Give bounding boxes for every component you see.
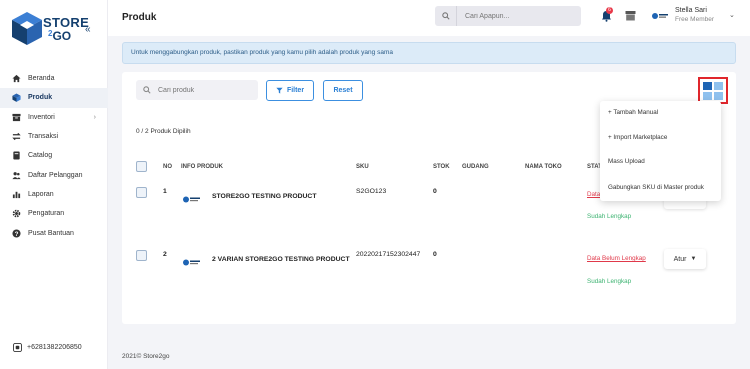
sidebar-item-beranda[interactable]: Beranda (0, 69, 108, 88)
sidebar-item-transaksi[interactable]: Transaksi (0, 127, 108, 146)
col-header-gudang: GUDANG (462, 164, 489, 170)
row-checkbox[interactable] (136, 187, 147, 198)
atur-button[interactable]: Atur ▼ (664, 249, 706, 269)
select-all-checkbox[interactable] (136, 161, 147, 172)
sidebar-item-label: Beranda (28, 75, 55, 83)
transaction-icon (12, 132, 21, 141)
search-icon (136, 86, 158, 94)
product-search-input[interactable] (158, 86, 253, 94)
grid-view-toggle[interactable] (698, 77, 728, 104)
status-complete: Sudah Lengkap (587, 213, 632, 220)
col-header-info: INFO PRODUK (181, 164, 223, 170)
product-stok: 0 (433, 188, 437, 195)
sidebar-item-inventori[interactable]: Inventori › (0, 108, 108, 127)
status-complete: Sudah Lengkap (587, 278, 632, 285)
sidebar-item-pengaturan[interactable]: Pengaturan (0, 204, 108, 223)
logo-text-bottom: 2GO (48, 29, 72, 43)
caret-down-icon: ▼ (690, 256, 697, 262)
page-title: Produk (122, 12, 157, 23)
col-header-toko: NAMA TOKO (525, 164, 562, 170)
filter-icon (276, 87, 283, 94)
home-icon (12, 74, 21, 83)
sidebar-item-label: Laporan (28, 190, 54, 198)
sidebar-item-label: Daftar Pelanggan (28, 171, 83, 179)
status-incomplete-link[interactable]: Data Belum Lengkap (587, 255, 646, 262)
phone-number: +6281382206850 (27, 344, 82, 351)
user-name[interactable]: Stella Sari (675, 7, 707, 14)
product-search[interactable] (136, 80, 258, 100)
product-name[interactable]: 2 VARIAN STORE2GO TESTING PRODUCT (212, 256, 350, 263)
sidebar-item-label: Inventori (28, 113, 55, 121)
row-checkbox[interactable] (136, 250, 147, 261)
sidebar-item-catalog[interactable]: Catalog (0, 146, 108, 165)
notification-badge: 6 (606, 7, 613, 14)
sidebar-item-label: Transaksi (28, 133, 59, 141)
product-stok: 0 (433, 251, 437, 258)
store2go-logo[interactable]: STORE 2GO (12, 12, 92, 46)
sidebar-item-pusat-bantuan[interactable]: ? Pusat Bantuan (0, 223, 108, 242)
svg-text:?: ? (15, 230, 19, 237)
sidebar-item-produk[interactable]: Produk (0, 88, 108, 108)
top-header: Produk 6 Stella Sari Free Member ⌄ (108, 0, 750, 36)
grid-cell-icon (714, 92, 723, 100)
catalog-icon (12, 151, 21, 160)
customers-icon (12, 171, 21, 180)
col-header-no: NO (163, 164, 172, 170)
sidebar: STORE 2GO « Beranda Produk Inventori › T… (0, 0, 108, 369)
avatar[interactable] (652, 12, 668, 20)
sidebar-item-label: Pusat Bantuan (28, 229, 74, 237)
logo-cube-icon (12, 12, 42, 45)
footer-brand: Store2go (143, 353, 170, 360)
report-icon (12, 190, 21, 199)
user-role: Free Member (675, 16, 715, 23)
menu-item-import-marketplace[interactable]: + Import Marketplace (608, 134, 667, 141)
product-sku: 20220217152302447 (356, 251, 421, 258)
global-search[interactable] (435, 6, 581, 26)
menu-item-mass-upload[interactable]: Mass Upload (608, 158, 645, 165)
grid-cell-icon (703, 82, 712, 90)
filter-label: Filter (286, 87, 305, 94)
gear-icon (12, 209, 21, 218)
sidebar-item-laporan[interactable]: Laporan (0, 185, 108, 204)
search-icon (435, 6, 457, 26)
footer-year: 2021© (122, 353, 142, 360)
menu-item-gabungkan-sku[interactable]: Gabungkan SKU di Master produk (608, 184, 704, 191)
selected-count: 0 / 2 Produk Dipilih (136, 128, 191, 135)
chevron-down-icon[interactable]: ⌄ (729, 11, 735, 19)
whatsapp-icon (13, 343, 22, 352)
add-product-menu: + Tambah Manual + Import Marketplace Mas… (600, 101, 721, 201)
product-name[interactable]: STORE2GO TESTING PRODUCT (212, 193, 316, 200)
sidebar-item-label: Pengaturan (28, 210, 65, 218)
sidebar-item-label: Catalog (28, 152, 53, 160)
row-number: 1 (163, 188, 167, 195)
status-incomplete-link[interactable]: Data (587, 191, 600, 198)
store-icon[interactable] (625, 10, 636, 21)
help-icon: ? (12, 228, 21, 238)
atur-label: Atur (673, 255, 687, 263)
global-search-input[interactable] (457, 12, 577, 20)
col-header-stok: STOK (433, 164, 450, 170)
grid-cell-icon (714, 82, 723, 90)
info-alert: Untuk menggabungkan produk, pastikan pro… (122, 42, 736, 64)
filter-button[interactable]: Filter (266, 80, 314, 101)
product-thumbnail (183, 196, 200, 203)
product-sku: S2GO123 (356, 188, 387, 195)
product-thumbnail (183, 259, 200, 266)
grid-cell-icon (703, 92, 712, 100)
sidebar-item-daftar-pelanggan[interactable]: Daftar Pelanggan (0, 165, 108, 184)
menu-item-tambah-manual[interactable]: + Tambah Manual (608, 109, 658, 116)
row-number: 2 (163, 251, 167, 258)
reset-button[interactable]: Reset (323, 80, 363, 101)
box-icon (12, 93, 21, 103)
chevron-right-icon: › (93, 113, 96, 121)
collapse-sidebar-icon[interactable]: « (85, 24, 91, 35)
sidebar-item-label: Produk (28, 94, 53, 102)
logo-text-top: STORE (43, 15, 90, 30)
sidebar-nav: Beranda Produk Inventori › Transaksi Cat… (0, 69, 108, 243)
inventory-icon (12, 113, 21, 122)
col-header-sku: SKU (356, 164, 369, 170)
footer: 2021© Store2go (122, 353, 169, 360)
contact-phone: +6281382206850 (13, 343, 82, 352)
